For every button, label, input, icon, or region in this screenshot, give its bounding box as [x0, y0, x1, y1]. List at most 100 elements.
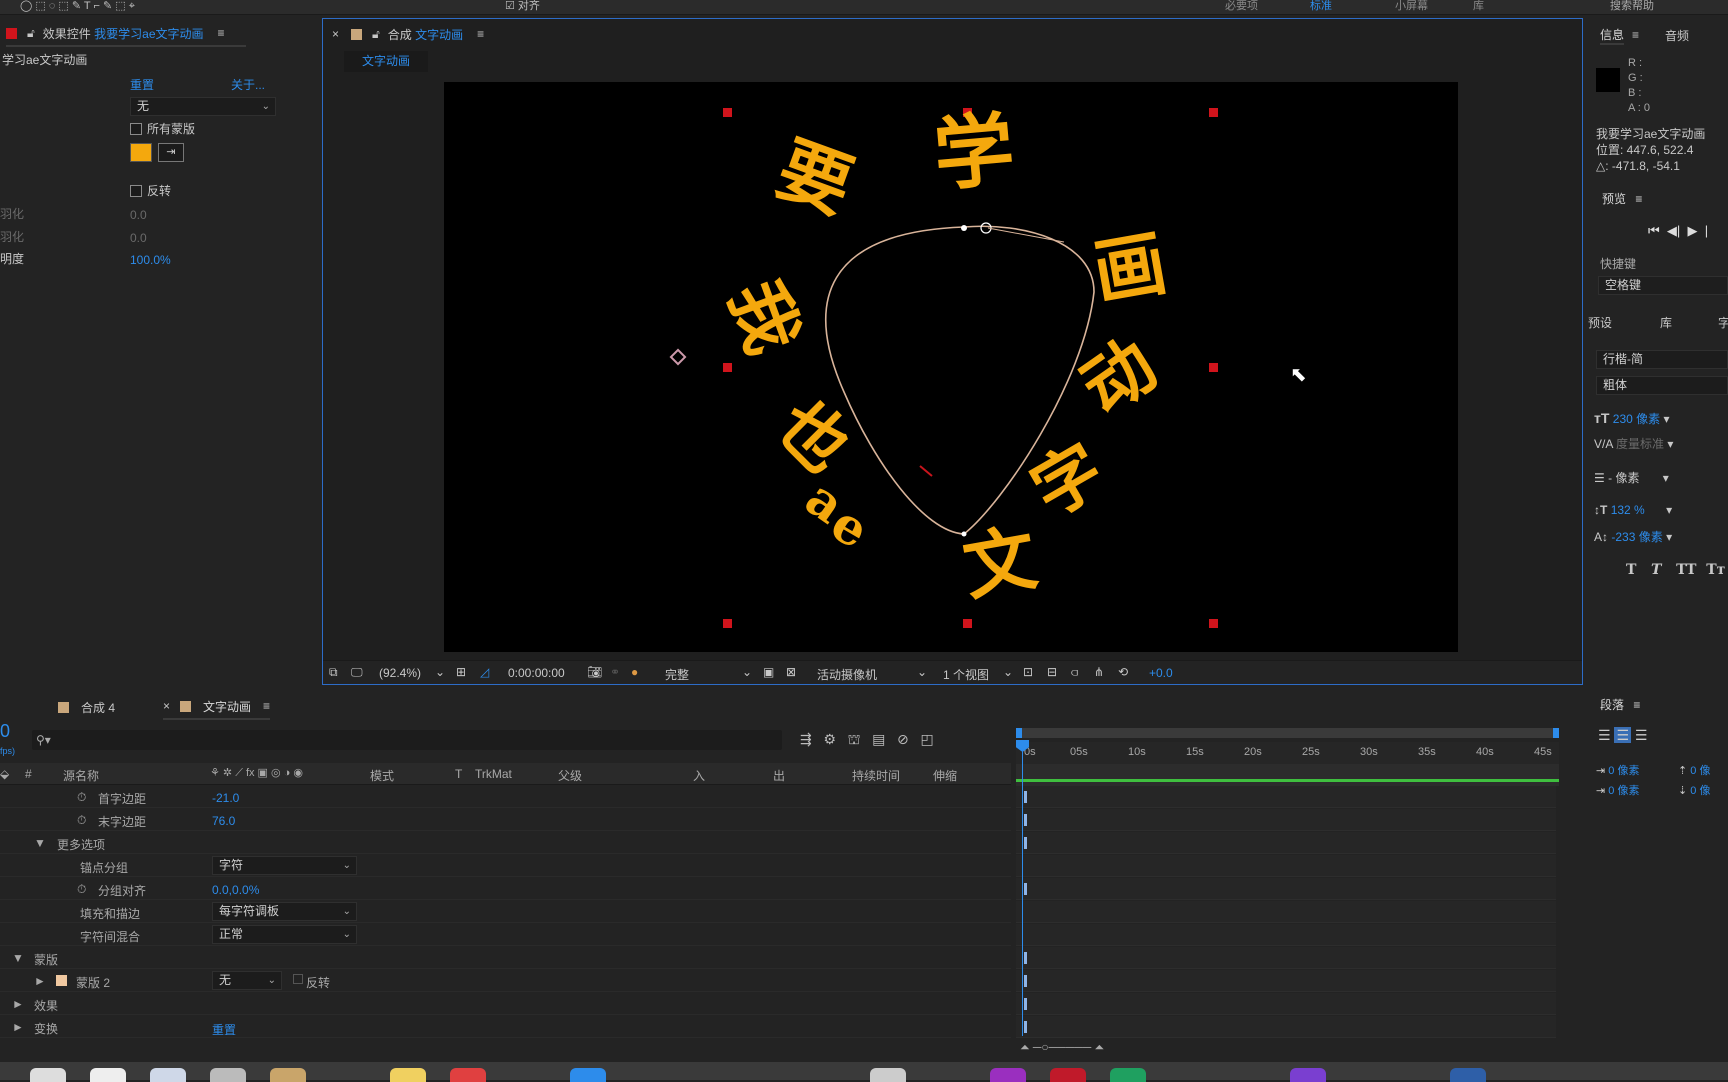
timeline-track[interactable]	[1016, 878, 1556, 900]
timeline-tab-comp4[interactable]: 合成 4	[58, 694, 115, 720]
chevron-down-icon[interactable]: ⌄	[917, 665, 927, 679]
playback-controls[interactable]: ⏮ ◀︎| ▶ |	[1648, 224, 1708, 238]
opacity-value[interactable]: 100.0%	[130, 253, 171, 267]
timeline-track[interactable]	[1016, 924, 1556, 946]
fast-preview-icon[interactable]: ⊟	[1047, 665, 1057, 679]
library-tab[interactable]: 库	[1660, 316, 1672, 330]
stopwatch-icon[interactable]: ⏱︎	[77, 882, 86, 897]
timecode-display[interactable]: 0:00:00:00	[508, 666, 565, 680]
timeline-track[interactable]	[1016, 855, 1556, 877]
help-search[interactable]: 搜索帮助	[1610, 0, 1654, 12]
font-style-select[interactable]: 粗体	[1596, 376, 1728, 395]
feather-2-value[interactable]: 0.0	[130, 231, 147, 245]
workspace-library[interactable]: 库	[1473, 0, 1484, 12]
property-group-effects[interactable]: ► 效果	[0, 993, 1011, 1015]
property-row-fill-stroke[interactable]: 填充和描边 每字符调板 ⌄	[0, 901, 1011, 923]
reset-link[interactable]: 重置	[130, 78, 154, 92]
property-group-transform[interactable]: ► 变换 重置	[0, 1016, 1011, 1038]
presets-tab[interactable]: 预设	[1588, 316, 1612, 330]
zoom-slider[interactable]: ⏶ ─○───── ⏶	[1020, 1040, 1104, 1055]
chevron-down-icon[interactable]: ⌄	[742, 665, 752, 679]
time-ruler[interactable]: 0s 05s 10s 15s 20s 25s 30s 35s 40s 45s	[1016, 742, 1559, 764]
vertical-scale-value[interactable]: 132 %	[1611, 503, 1645, 517]
property-row-first-margin[interactable]: ⏱︎ 首字边距 -21.0	[0, 786, 1011, 808]
transform-handle[interactable]	[1209, 108, 1218, 117]
current-time-indicator[interactable]	[1022, 740, 1023, 1036]
region-icon[interactable]: ▣	[763, 665, 774, 679]
transform-reset-link[interactable]: 重置	[212, 1021, 236, 1038]
faux-italic-button[interactable]: T	[1651, 562, 1661, 578]
about-link[interactable]: 关于...	[231, 78, 265, 92]
panel-close-icon[interactable]	[6, 27, 17, 39]
timeline-icon[interactable]: ⫏	[1071, 665, 1078, 680]
current-time-fragment[interactable]: 0	[0, 722, 10, 740]
property-row-inter-char-blend[interactable]: 字符间混合 正常 ⌄	[0, 924, 1011, 946]
timeline-track[interactable]	[1016, 809, 1556, 831]
faux-bold-button[interactable]: T	[1626, 562, 1636, 578]
panel-menu-icon[interactable]: ≡	[477, 27, 484, 41]
tool-icons[interactable]: ◯ ⬚ ◌ ⬚ ✎ T ⌐ ✎ ⬚ ⌖	[20, 0, 135, 12]
resolution-select[interactable]: 完整	[665, 666, 689, 683]
eyedropper-icon[interactable]: ⇥	[158, 143, 184, 162]
chevron-down-icon[interactable]: ⌄	[435, 665, 445, 679]
workspace-small-screen[interactable]: 小屏幕	[1395, 0, 1428, 12]
workspace-standard[interactable]: 标准	[1310, 0, 1332, 12]
toggle-pixel-icon[interactable]: ⊡	[1023, 665, 1033, 679]
always-preview-icon[interactable]: ⧉	[329, 665, 338, 680]
stopwatch-icon[interactable]: ⏱︎	[77, 790, 86, 805]
timeline-track[interactable]	[1016, 970, 1556, 992]
transform-handle[interactable]	[723, 108, 732, 117]
property-row-mask-2[interactable]: ► 蒙版 2 无 ⌄ 反转	[0, 970, 1011, 992]
timeline-toolbar-icons[interactable]: ⇶ ⚙ ⛫ ▤ ⊘ ◰	[800, 732, 934, 746]
transform-handle[interactable]	[1209, 619, 1218, 628]
text-format-buttons[interactable]: T T TT Tт	[1626, 562, 1725, 578]
timeline-track[interactable]	[1016, 993, 1556, 1015]
stopwatch-icon[interactable]: ⏱︎	[77, 813, 86, 828]
zoom-select[interactable]: (92.4%)	[379, 666, 421, 680]
lock-icon[interactable]: 🔓︎	[372, 27, 380, 42]
transform-handle[interactable]	[1209, 363, 1218, 372]
layer-search-input[interactable]: ⚲▾	[32, 730, 782, 750]
chevron-down-icon[interactable]: ⌄	[1003, 665, 1013, 679]
shortcut-select[interactable]: 空格键	[1598, 276, 1728, 295]
composition-canvas[interactable]: 画 动 字 文 e a 也 我 要 学 ⬉	[444, 82, 1458, 652]
panel-menu-icon[interactable]: ≡	[218, 26, 225, 40]
effects-panel-tab[interactable]: 🔓︎ 效果控件 我要学习ae文字动画 ≡	[6, 21, 246, 47]
composition-tab[interactable]: × 🔓︎ 合成 文字动画 ≡	[332, 21, 502, 47]
property-row-last-margin[interactable]: ⏱︎ 末字边距 76.0	[0, 809, 1011, 831]
color-swatch[interactable]	[130, 143, 152, 162]
views-select[interactable]: 1 个视图	[943, 666, 989, 683]
font-family-select[interactable]: 行楷-简	[1596, 350, 1728, 369]
flowchart-icon[interactable]: ⋔	[1094, 665, 1104, 679]
work-area-bar[interactable]	[1016, 728, 1559, 738]
exposure-reset-icon[interactable]: ⟲	[1118, 665, 1128, 679]
transform-handle[interactable]	[963, 619, 972, 628]
invert-checkbox[interactable]	[130, 185, 142, 197]
timeline-track[interactable]	[1016, 832, 1556, 854]
kerning-value[interactable]: 度量标准	[1616, 437, 1664, 451]
show-snapshot-icon[interactable]: ⚭	[610, 665, 620, 679]
workspace-essentials[interactable]: 必要项	[1225, 0, 1258, 12]
timeline-track[interactable]	[1016, 901, 1556, 923]
leading-value[interactable]: - 像素	[1608, 471, 1639, 485]
layer-duration-bar[interactable]	[1016, 764, 1559, 786]
property-row-anchor-grouping[interactable]: 锚点分组 字符 ⌄	[0, 855, 1011, 877]
info-tab[interactable]: 信息 ≡ 音频	[1600, 22, 1689, 48]
lock-icon[interactable]: 🔓︎	[27, 26, 35, 41]
fit-icon[interactable]: ⊞	[456, 665, 466, 679]
monitor-icon[interactable]: 🖵︎	[351, 665, 363, 680]
transform-handle[interactable]	[723, 619, 732, 628]
small-caps-button[interactable]: Tт	[1706, 562, 1725, 578]
timeline-track[interactable]	[1016, 1016, 1556, 1038]
camera-select[interactable]: 活动摄像机	[817, 666, 877, 683]
transform-handle[interactable]	[723, 363, 732, 372]
timeline-tab-text-anim[interactable]: × 文字动画 ≡	[163, 694, 271, 720]
exposure-value[interactable]: +0.0	[1149, 666, 1173, 680]
feather-1-value[interactable]: 0.0	[130, 208, 147, 222]
property-group-masks[interactable]: ▼ 蒙版	[0, 947, 1011, 969]
character-tab[interactable]: 字	[1718, 316, 1728, 330]
all-caps-button[interactable]: TT	[1676, 562, 1696, 578]
all-masks-checkbox[interactable]	[130, 123, 142, 135]
audio-tab[interactable]: 音频	[1665, 27, 1689, 44]
align-checkbox[interactable]: ☑ 对齐	[505, 0, 540, 12]
